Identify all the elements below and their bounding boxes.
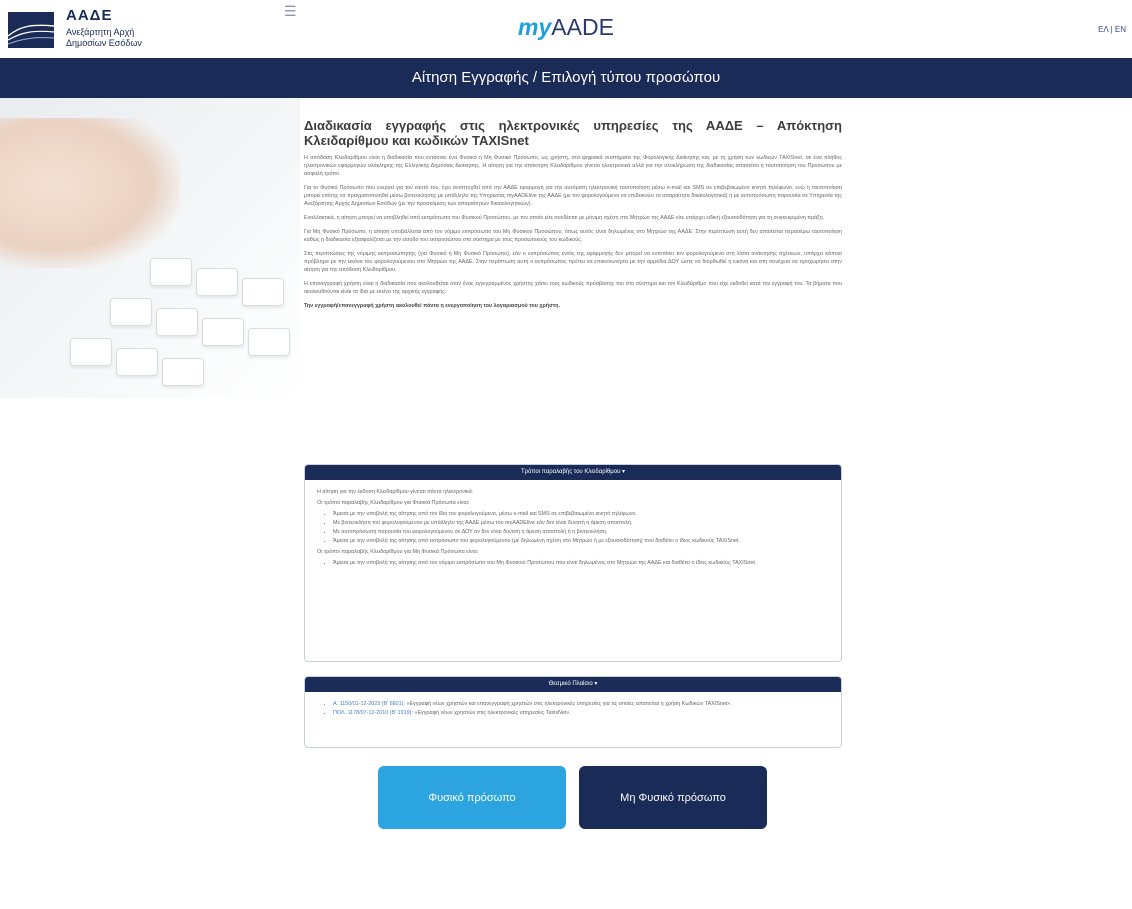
legal-framework-list: Α. 1150/01-12-2023 (Β' 6801): «Εγγραφή ν… [333,700,829,717]
legal-person-lead: Οι τρόποι παραλαβής Κλειδαρίθμου για Μη … [317,549,479,555]
legal-person-button[interactable]: Μη Φυσικό πρόσωπο [579,766,767,829]
receipt-intro: Η αίτηση για την έκδοση Κλειδαρίθμου γίν… [317,489,474,495]
list-item: Α. 1150/01-12-2023 (Β' 6801): «Εγγραφή ν… [333,700,829,708]
lang-en[interactable]: EN [1115,25,1126,34]
legal-person-methods-list: Άμεσα με την υποβολή της αίτησης από τον… [333,559,829,567]
chevron-down-icon: ▾ [594,681,598,687]
hand-illustration [0,118,180,268]
keyboard-key [202,318,244,346]
legal-reference-link[interactable]: ΠΟΛ. 1178/07-12-2010 (Β' 1919) [333,710,411,716]
receipt-methods-panel: Τρόποι παραλαβής του Κλειδαρίθμου ▾ Η αί… [304,464,842,662]
keyboard-key [156,308,198,336]
keyboard-hand-image [0,98,300,398]
intro-paragraph: Στις περιπτώσεις της νόμιμης εκπροσώπηση… [304,251,842,273]
chevron-down-icon: ▾ [622,469,626,475]
intro-paragraph: Για Μη Φυσικό Πρόσωπο, η αίτηση υποβάλλε… [304,229,842,243]
list-item: Άμεσα με την υποβολή της αίτησης από τον… [333,559,829,567]
myaade-brand[interactable]: myAADE [0,14,1132,41]
legal-framework-panel: Θεσμικό Πλαίσιο ▾ Α. 1150/01-12-2023 (Β'… [304,676,842,748]
receipt-methods-toggle[interactable]: Τρόποι παραλαβής του Κλειδαρίθμου ▾ [305,465,841,480]
list-item: Άμεσα με την υποβολή της αίτησης από τον… [333,510,829,518]
keyboard-key [110,298,152,326]
intro-heading: Διαδικασία εγγραφής στις ηλεκτρονικές υπ… [304,118,842,148]
list-item: Άμεσα με την υποβολή της αίτησης από εκπ… [333,537,829,545]
keyboard-key [162,358,204,386]
language-switcher: ΕΛ | EN [1098,25,1126,34]
list-item: Με αυτοπρόσωπη παρουσία του φορολογούμεν… [333,528,829,536]
natural-person-methods-list: Άμεσα με την υποβολή της αίτησης από τον… [333,510,829,545]
top-header: ΑΑΔΕ Ανεξάρτητη Αρχή Δημοσίων Εσόδων ☰ m… [0,0,1132,58]
legal-reference-link[interactable]: Α. 1150/01-12-2023 (Β' 6801) [333,701,403,707]
keyboard-key [70,338,112,366]
intro-section: Διαδικασία εγγραφής στις ηλεκτρονικές υπ… [304,118,842,316]
lang-el[interactable]: ΕΛ [1098,25,1108,34]
natural-person-button[interactable]: Φυσικό πρόσωπο [378,766,566,829]
intro-paragraph: Η επανεγγραφή χρήστη είναι η διαδικασία … [304,281,842,295]
receipt-methods-header: Τρόποι παραλαβής του Κλειδαρίθμου [520,469,621,475]
legal-framework-toggle[interactable]: Θεσμικό Πλαίσιο ▾ [305,677,841,692]
list-item: Με βιντεοκλήση του φορολογούμενου με υπά… [333,519,829,527]
intro-paragraph: Εναλλακτικά, η αίτηση μπορεί να υποβληθε… [304,215,825,221]
keyboard-key [248,328,290,356]
intro-paragraph: Την εγγραφή/επανεγγραφή χρήστη ακολουθεί… [304,303,560,309]
intro-paragraph: Η απόδοση Κλειδαρίθμου είναι η διαδικασί… [304,155,842,177]
keyboard-key [242,278,284,306]
natural-person-lead: Οι τρόποι παραλαβής Κλειδαρίθμου για Φυσ… [317,500,470,506]
legal-framework-body: Α. 1150/01-12-2023 (Β' 6801): «Εγγραφή ν… [305,692,841,726]
keyboard-key [116,348,158,376]
page-title: Αίτηση Εγγραφής / Επιλογή τύπου προσώπου [411,69,721,86]
legal-reference-text: : «Εγγραφή νέων χρηστών και επανεγγραφή … [403,701,732,707]
legal-framework-header: Θεσμικό Πλαίσιο [548,681,593,687]
brand-aade: AADE [551,14,614,40]
list-item: ΠΟΛ. 1178/07-12-2010 (Β' 1919): «Εγγραφή… [333,709,829,717]
legal-reference-text: : «Εγγραφή νέων χρηστών στις ηλεκτρονικέ… [411,710,571,716]
page-title-bar: Αίτηση Εγγραφής / Επιλογή τύπου προσώπου [0,58,1132,98]
receipt-methods-body: Η αίτηση για την έκδοση Κλειδαρίθμου γίν… [305,480,841,576]
keyboard-key [196,268,238,296]
intro-paragraph: Για το Φυσικό Πρόσωπο που ενεργεί για το… [304,185,842,207]
brand-my: my [518,14,552,40]
